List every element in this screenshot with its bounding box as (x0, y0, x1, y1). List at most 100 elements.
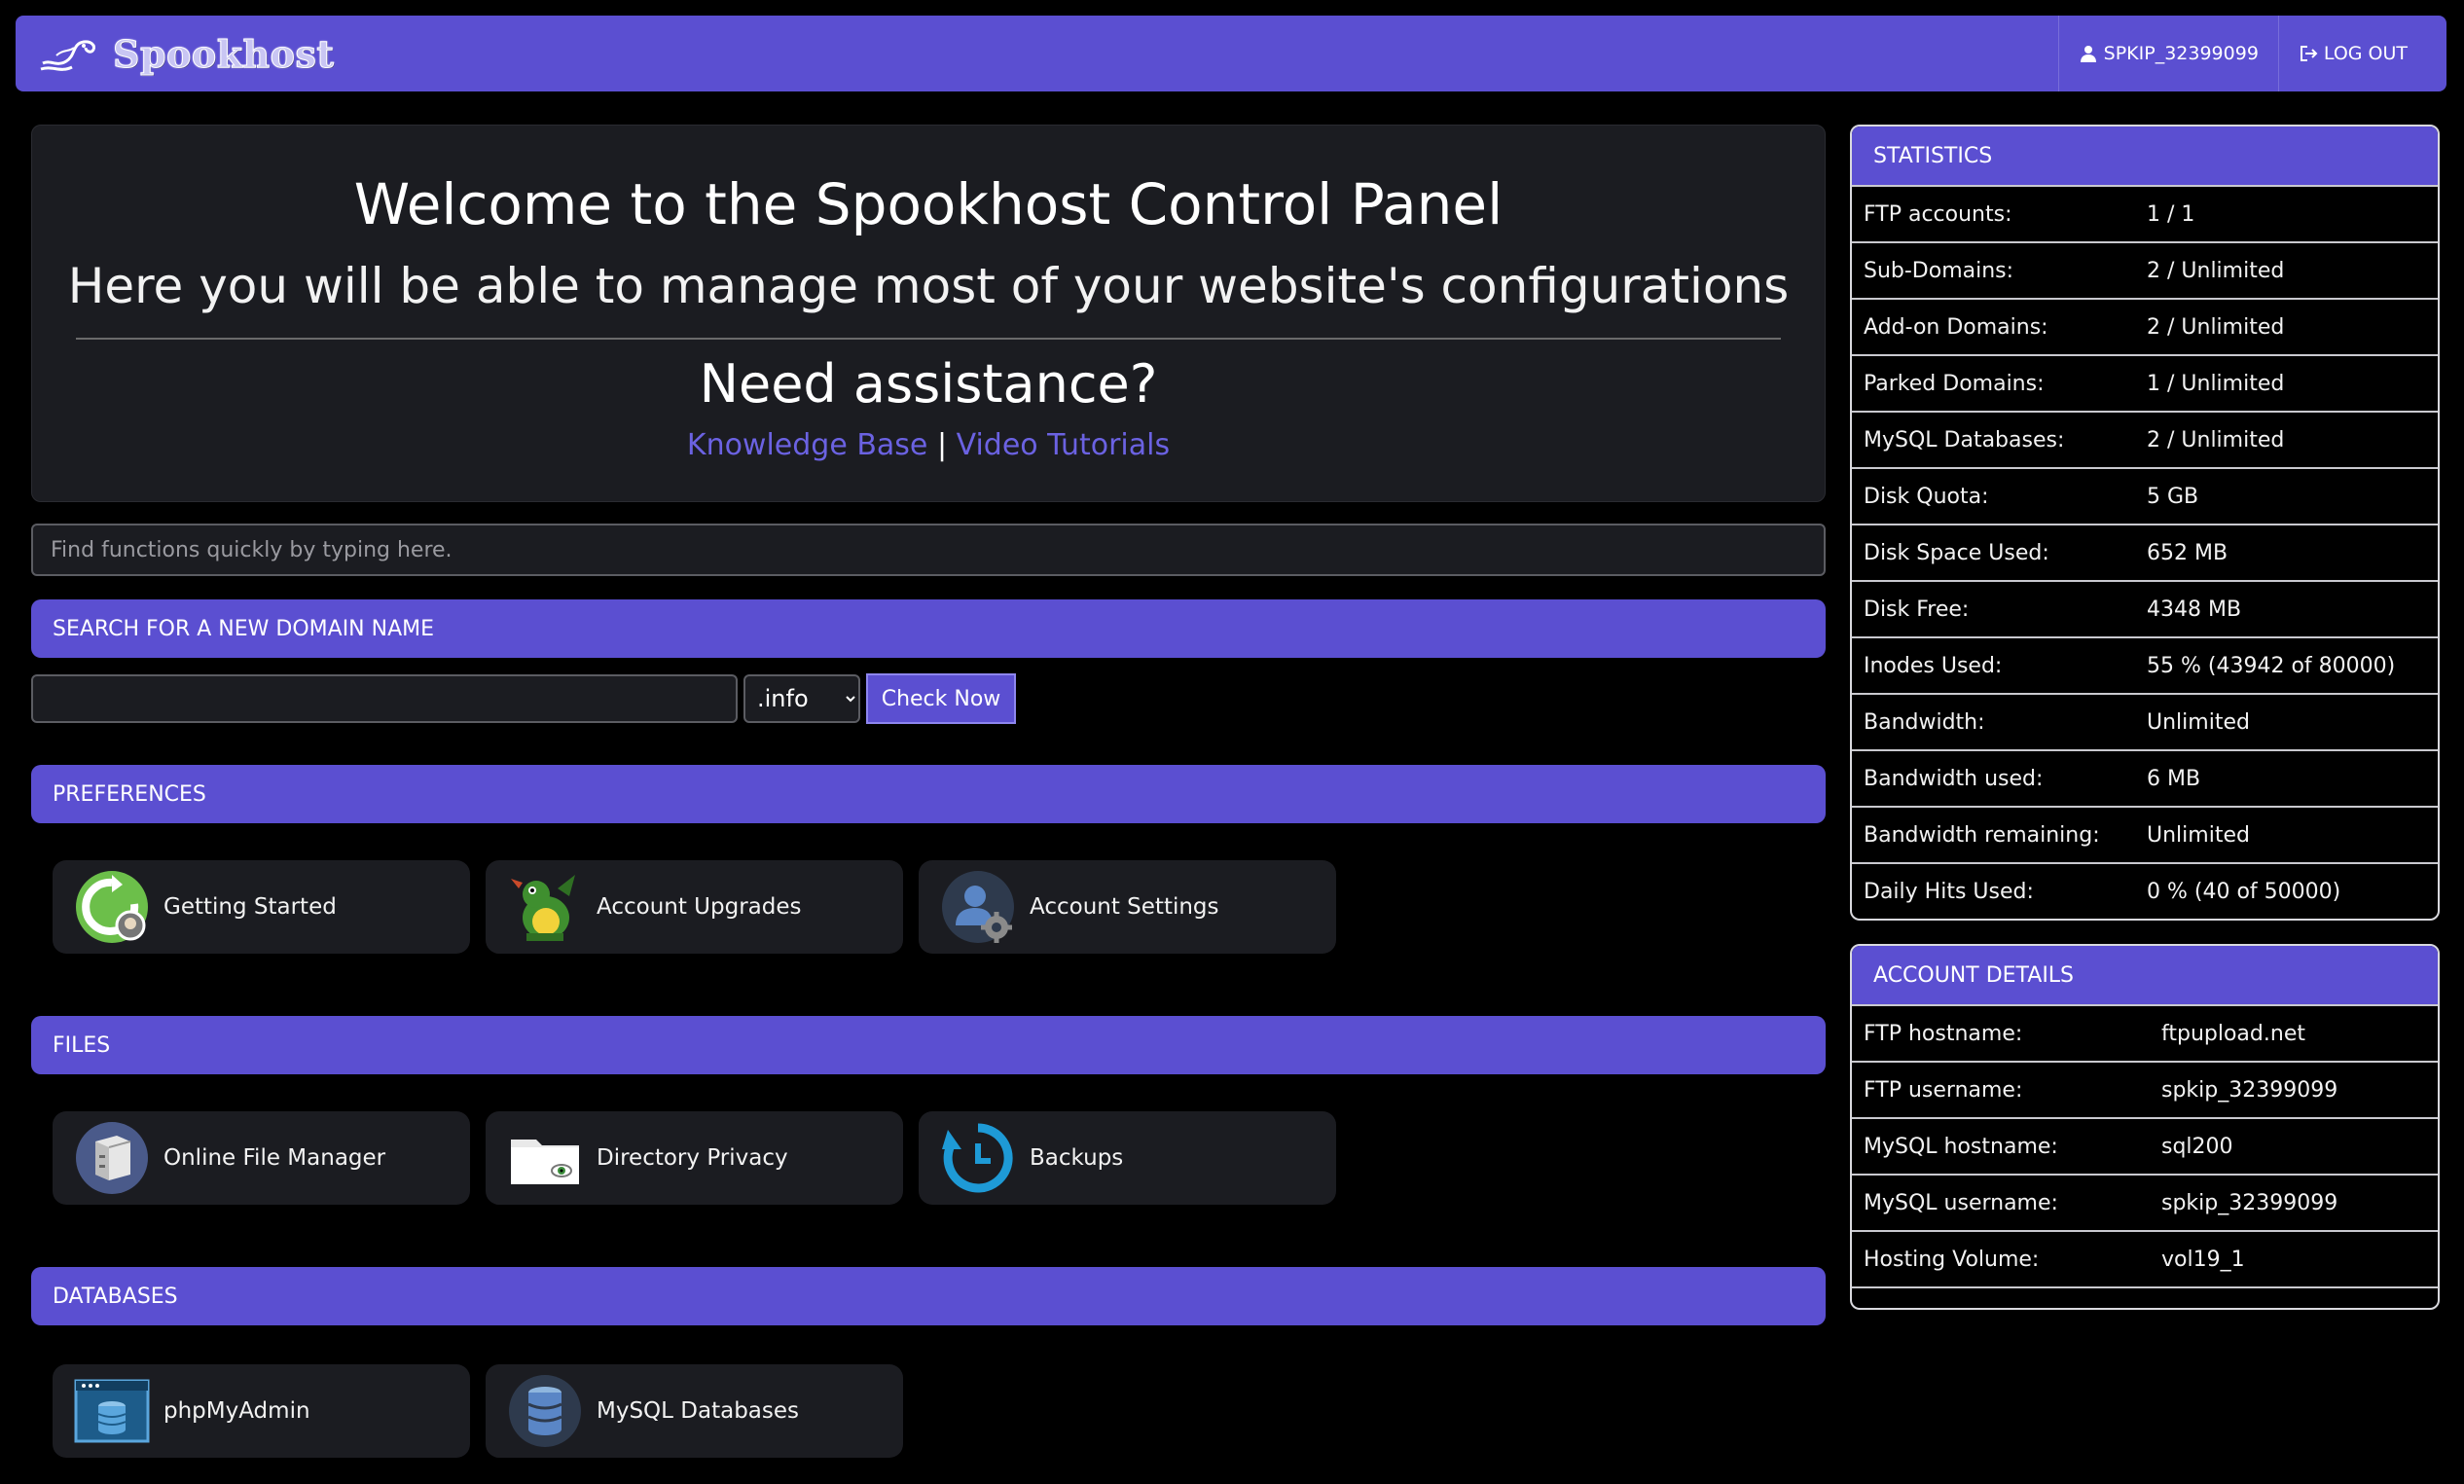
help-links: Knowledge Base | Video Tutorials (32, 428, 1825, 462)
username-label: SPKIP_32399099 (2103, 43, 2259, 64)
stat-value: spkip_32399099 (2161, 1190, 2338, 1215)
stat-row: FTP hostname: ftpupload.net (1852, 1004, 2438, 1061)
stat-key: Sub-Domains: (1864, 258, 2014, 283)
tile-label: Online File Manager (163, 1145, 386, 1171)
stat-value: 652 MB (2147, 540, 2228, 565)
statistics-header: STATISTICS (1852, 127, 2438, 185)
files-header: FILES (31, 1016, 1826, 1074)
stat-value: 55 % (43942 of 80000) (2147, 653, 2396, 678)
stat-row: Bandwidth used: 6 MB (1852, 749, 2438, 806)
stat-value: 2 / Unlimited (2147, 314, 2285, 340)
stat-key: MySQL username: (1864, 1190, 2058, 1215)
tile-label: Directory Privacy (597, 1145, 788, 1171)
stat-value: 4348 MB (2147, 597, 2242, 622)
stat-key: MySQL Databases: (1864, 427, 2065, 452)
logout-label: LOG OUT (2323, 43, 2408, 64)
phpmyadmin-tile[interactable]: phpMyAdmin (53, 1364, 470, 1458)
stat-row: MySQL username: spkip_32399099 (1852, 1174, 2438, 1230)
tld-select[interactable]: .info (743, 674, 860, 723)
stat-row: Daily Hits Used: 0 % (40 of 50000) (1852, 862, 2438, 919)
stat-value: spkip_32399099 (2161, 1077, 2338, 1103)
stat-key: Daily Hits Used: (1864, 879, 2034, 904)
account-details-panel: ACCOUNT DETAILS FTP hostname: ftpupload.n… (1850, 944, 2440, 1310)
stat-value: ftpupload.net (2161, 1021, 2305, 1046)
stat-value: 0 % (40 of 50000) (2147, 879, 2341, 904)
stat-row: FTP accounts: 1 / 1 (1852, 185, 2438, 241)
ghost-logo-icon (40, 40, 95, 71)
stat-value: vol19_1 (2161, 1247, 2245, 1272)
sidebar: STATISTICS FTP accounts: 1 / 1 Sub-Domains… (1850, 125, 2440, 1310)
stat-key: FTP hostname: (1864, 1021, 2023, 1046)
knowledge-base-link[interactable]: Knowledge Base (687, 428, 928, 462)
stat-row: Sub-Domains: 2 / Unlimited (1852, 241, 2438, 298)
databases-tiles: phpMyAdmin MySQL Databases (31, 1325, 1826, 1458)
dragon-icon (511, 875, 575, 941)
stat-row: Bandwidth remaining: Unlimited (1852, 806, 2438, 862)
stat-value: 1 / Unlimited (2147, 371, 2285, 396)
stat-key: Bandwidth used: (1864, 766, 2044, 791)
stat-row: Hosting Volume: vol19_1 (1852, 1230, 2438, 1286)
check-now-button[interactable]: Check Now (866, 673, 1016, 724)
welcome-title: Welcome to the Spookhost Control Panel (353, 171, 1504, 237)
tile-label: MySQL Databases (597, 1398, 800, 1424)
stat-value: 2 / Unlimited (2147, 258, 2285, 283)
welcome-subtitle: Here you will be able to manage most of … (67, 257, 1790, 314)
preferences-tiles: Getting Started Account Upgrades Account… (31, 823, 1826, 954)
stat-key: Bandwidth remaining: (1864, 822, 2100, 848)
stat-row: Add-on Domains: 2 / Unlimited (1852, 298, 2438, 354)
phpmyadmin-icon (74, 1379, 150, 1443)
logout-button[interactable]: LOG OUT (2277, 16, 2427, 91)
backups-tile[interactable]: Backups (919, 1111, 1336, 1205)
getting-started-icon (76, 871, 148, 943)
account-settings-tile[interactable]: Account Settings (919, 860, 1336, 954)
directory-privacy-tile[interactable]: Directory Privacy (486, 1111, 903, 1205)
tile-label: phpMyAdmin (163, 1398, 310, 1424)
statistics-panel: STATISTICS FTP accounts: 1 / 1 Sub-Domains… (1850, 125, 2440, 921)
stat-value: sql200 (2161, 1134, 2233, 1159)
stat-value: 2 / Unlimited (2147, 427, 2285, 452)
folder-eye-icon (511, 1140, 579, 1184)
domain-name-input[interactable] (31, 674, 738, 723)
files-tiles: Online File Manager Directory Privacy Ba… (31, 1074, 1826, 1205)
video-tutorials-link[interactable]: Video Tutorials (957, 428, 1171, 462)
stat-key: Add-on Domains: (1864, 314, 2048, 340)
main-content: Welcome to the Spookhost Control Panel H… (31, 125, 1826, 1458)
stat-key: FTP accounts: (1864, 201, 2012, 227)
stat-key: MySQL hostname: (1864, 1134, 2058, 1159)
stat-key: Inodes Used: (1864, 653, 2003, 678)
panel-footer (1852, 1286, 2438, 1308)
account-settings-icon (942, 871, 1014, 943)
domain-search-form: .info Check Now (31, 673, 1826, 724)
stat-value: 6 MB (2147, 766, 2201, 791)
getting-started-tile[interactable]: Getting Started (53, 860, 470, 954)
stat-value: 5 GB (2147, 484, 2199, 509)
top-navbar: Spookhost SPKIP_32399099 LOG OUT (16, 16, 2446, 91)
stat-value: Unlimited (2147, 709, 2250, 735)
file-manager-icon (76, 1122, 148, 1194)
tile-label: Backups (1030, 1145, 1124, 1171)
stat-key: Disk Space Used: (1864, 540, 2049, 565)
user-menu[interactable]: SPKIP_32399099 (2057, 16, 2278, 91)
databases-header: DATABASES (31, 1267, 1826, 1325)
domain-search-header: SEARCH FOR A NEW DOMAIN NAME (31, 599, 1826, 658)
stat-row: Inodes Used: 55 % (43942 of 80000) (1852, 636, 2438, 693)
stat-row: Disk Space Used: 652 MB (1852, 524, 2438, 580)
tile-label: Getting Started (163, 894, 337, 920)
stat-row: Disk Quota: 5 GB (1852, 467, 2438, 524)
assistance-heading: Need assistance? (699, 352, 1158, 415)
account-upgrades-tile[interactable]: Account Upgrades (486, 860, 903, 954)
stat-value: Unlimited (2147, 822, 2250, 848)
mysql-databases-tile[interactable]: MySQL Databases (486, 1364, 903, 1458)
stat-key: Hosting Volume: (1864, 1247, 2040, 1272)
online-file-manager-tile[interactable]: Online File Manager (53, 1111, 470, 1205)
brand[interactable]: Spookhost (37, 30, 334, 77)
stat-row: Disk Free: 4348 MB (1852, 580, 2438, 636)
stat-row: MySQL hostname: sql200 (1852, 1117, 2438, 1174)
tile-label: Account Upgrades (597, 894, 802, 920)
stat-key: Parked Domains: (1864, 371, 2045, 396)
backup-icon (942, 1123, 1013, 1193)
function-search-input[interactable] (31, 524, 1826, 576)
stat-key: FTP username: (1864, 1077, 2023, 1103)
user-icon (2080, 46, 2096, 62)
link-separator: | (936, 427, 948, 462)
